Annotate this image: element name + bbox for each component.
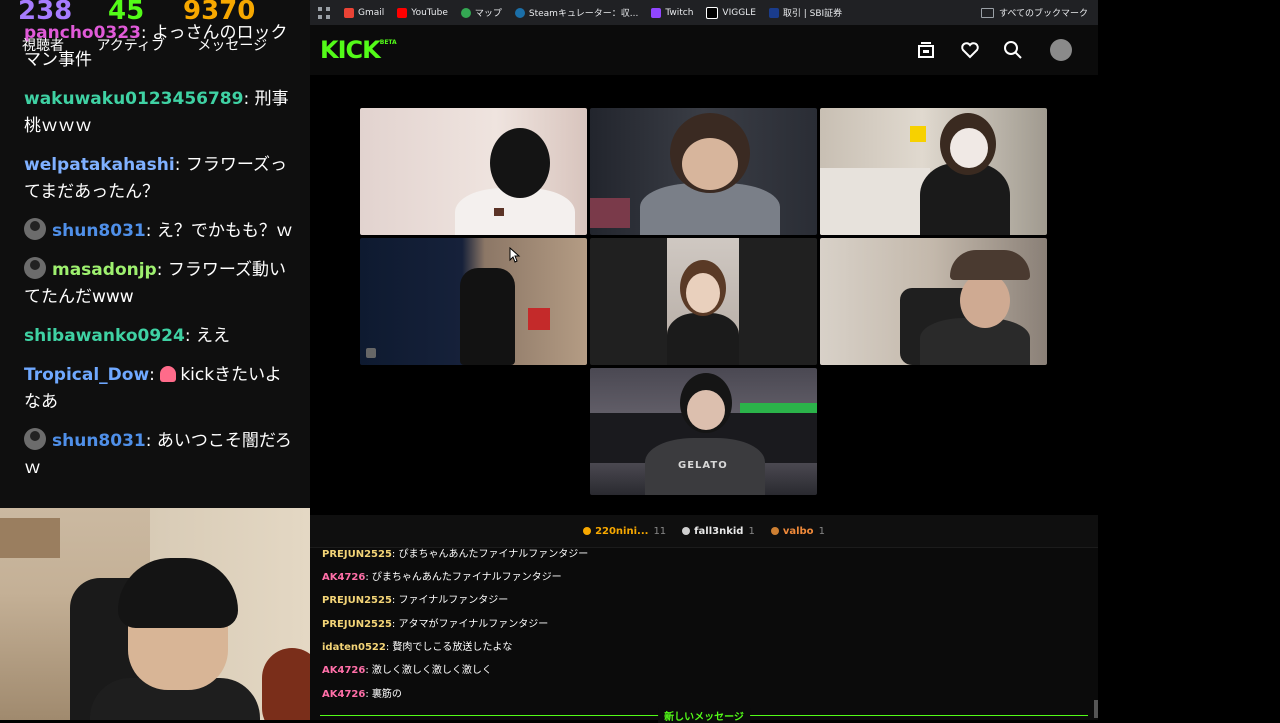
overlay-username: masadonjp (52, 260, 157, 280)
bookmark-twitch[interactable]: Twitch (651, 7, 693, 18)
chat-scrollbar[interactable] (1094, 700, 1098, 718)
overlay-message: wakuwaku0123456789: 刑事桃ｗｗｗ (24, 86, 296, 140)
youtube-icon (397, 7, 408, 18)
kick-header: KICKBETA (310, 25, 1098, 76)
kick-logo[interactable]: KICKBETA (320, 36, 397, 64)
overlay-message-text: : ええ (184, 326, 230, 346)
stream-video-player[interactable]: GELATO (310, 75, 1098, 515)
hat-shape (950, 250, 1030, 280)
viggle-icon (706, 6, 719, 19)
chat-top-gifters: 220nini... 11 fall3nkid 1 valbo 1 (310, 515, 1098, 548)
search-icon[interactable] (1003, 40, 1023, 60)
user-avatar-icon (24, 218, 46, 240)
overlay-message: Tropical_Dow: kickきたいよなあ (24, 365, 282, 412)
video-tile-2 (590, 108, 817, 235)
chat-text: : ぴまちゃんあんたファイナルファンタジー (391, 549, 589, 560)
browser-window: Gmail YouTube マップ Steamキュレーター：収... Twitc… (310, 0, 1098, 723)
silver-badge-icon (682, 527, 691, 535)
chat-text: : ぴまちゃんあんたファイナルファンタジー (365, 572, 562, 583)
apps-grid-icon[interactable] (318, 6, 330, 19)
overlay-username: welpatakahashi (24, 155, 175, 175)
gold-badge-icon (583, 527, 592, 535)
chat-text: : アタマがファイナルファンタジー (391, 619, 549, 630)
chat-message: idaten0522: 贅肉でしこる放送したよな (322, 638, 512, 653)
chat-username[interactable]: AK4726 (322, 689, 365, 700)
sbi-icon (768, 7, 779, 18)
mouse-cursor-icon (509, 247, 521, 263)
video-tile-3 (820, 108, 1047, 235)
chat-username[interactable]: PREJUN2525 (322, 595, 392, 606)
message-label: メッセージ (197, 38, 268, 54)
chat-text: : 裏筋の (365, 689, 402, 700)
all-bookmarks-button[interactable]: すべてのブックマーク (980, 0, 1088, 25)
new-messages-divider[interactable]: 新しいメッセージ (320, 708, 1088, 723)
bookmark-youtube[interactable]: YouTube (397, 7, 448, 18)
profile-avatar[interactable] (1050, 39, 1072, 61)
facecam-guitar (262, 648, 310, 720)
overlay-message: shibawanko0924: ええ (24, 323, 296, 350)
top-gifter-3[interactable]: valbo 1 (770, 526, 825, 537)
overlay-username: shibawanko0924 (24, 326, 185, 346)
video-tile-5 (590, 238, 817, 365)
viewer-label: 視聴者 (22, 38, 64, 54)
overlay-message: welpatakahashi: フラワーズってまだあったん？ (24, 152, 296, 206)
steam-icon (514, 7, 525, 18)
chat-message: AK4726: 裏筋の (322, 685, 402, 700)
bookmark-steam[interactable]: Steamキュレーター：収... (514, 6, 638, 19)
bookmark-maps[interactable]: マップ (460, 6, 502, 19)
mushroom-emote-icon (160, 366, 177, 382)
bookmark-sbi[interactable]: 取引 | SBI証券 (768, 6, 842, 19)
video-tile-7: GELATO (590, 368, 817, 495)
chat-text: : ファイナルファンタジー (391, 595, 509, 606)
facecam-shelf (0, 518, 60, 558)
streamer-facecam (0, 508, 310, 720)
top-gifter-1[interactable]: 220nini... 11 (583, 526, 666, 537)
chat-text: : 激しく激しく激しく激しく (365, 665, 492, 676)
bookmark-gmail[interactable]: Gmail (344, 7, 384, 18)
overlay-username: shun8031 (52, 221, 146, 241)
overlay-chat-panel: 238 45 9370 視聴者 アクティブ メッセージ pancho0323: … (0, 0, 310, 508)
masked-person (490, 128, 550, 198)
user-avatar-icon (24, 428, 46, 450)
maps-icon (460, 7, 471, 18)
following-icon[interactable] (916, 40, 936, 60)
bookmark-viggle[interactable]: VIGGLE (706, 6, 756, 19)
chat-message: PREJUN2525: アタマがファイナルファンタジー (322, 615, 548, 630)
folder-icon (980, 7, 994, 18)
chat-message: PREJUN2525: ぴまちゃんあんたファイナルファンタジー (322, 545, 588, 560)
overlay-message: shun8031: え？でかもも？ｗ (24, 218, 296, 245)
chat-message: PREJUN2525: ファイナルファンタジー (322, 591, 508, 606)
twitch-icon (651, 7, 662, 18)
overlay-username: Tropical_Dow (24, 365, 150, 385)
overlay-message-text: : え？でかもも？ｗ (145, 221, 293, 241)
chat-username[interactable]: AK4726 (322, 572, 365, 583)
chat-message: AK4726: 激しく激しく激しく激しく (322, 661, 492, 676)
heart-icon[interactable] (960, 40, 980, 60)
bookmarks-bar: Gmail YouTube マップ Steamキュレーター：収... Twitc… (310, 0, 1098, 25)
chat-username[interactable]: PREJUN2525 (322, 549, 392, 560)
overlay-username: wakuwaku0123456789 (24, 89, 244, 109)
gmail-icon (344, 7, 354, 18)
chat-text: : 贅肉でしこる放送したよな (385, 642, 513, 653)
overlay-stat-labels: 視聴者 アクティブ メッセージ (22, 35, 295, 55)
overlay-message: masadonjp: フラワーズ動いてたんだwww (24, 257, 296, 311)
video-tile-1 (360, 108, 587, 235)
overlay-message-list: pancho0323: よっさんのロックマン事件 wakuwaku0123456… (24, 20, 296, 494)
video-tile-6 (820, 238, 1047, 365)
video-tile-4 (360, 238, 587, 365)
user-avatar-icon (24, 257, 46, 279)
chat-username[interactable]: AK4726 (322, 665, 365, 676)
chat-username[interactable]: PREJUN2525 (322, 619, 392, 630)
overlay-message: shun8031: あいつこそ闇だろｗ (24, 428, 296, 482)
overlay-username: shun8031 (52, 431, 146, 451)
bronze-badge-icon (770, 527, 779, 535)
active-label: アクティブ (96, 38, 165, 54)
chat-message: AK4726: ぴまちゃんあんたファイナルファンタジー (322, 568, 562, 583)
top-gifter-2[interactable]: fall3nkid 1 (682, 526, 755, 537)
chat-username[interactable]: idaten0522 (322, 642, 386, 653)
